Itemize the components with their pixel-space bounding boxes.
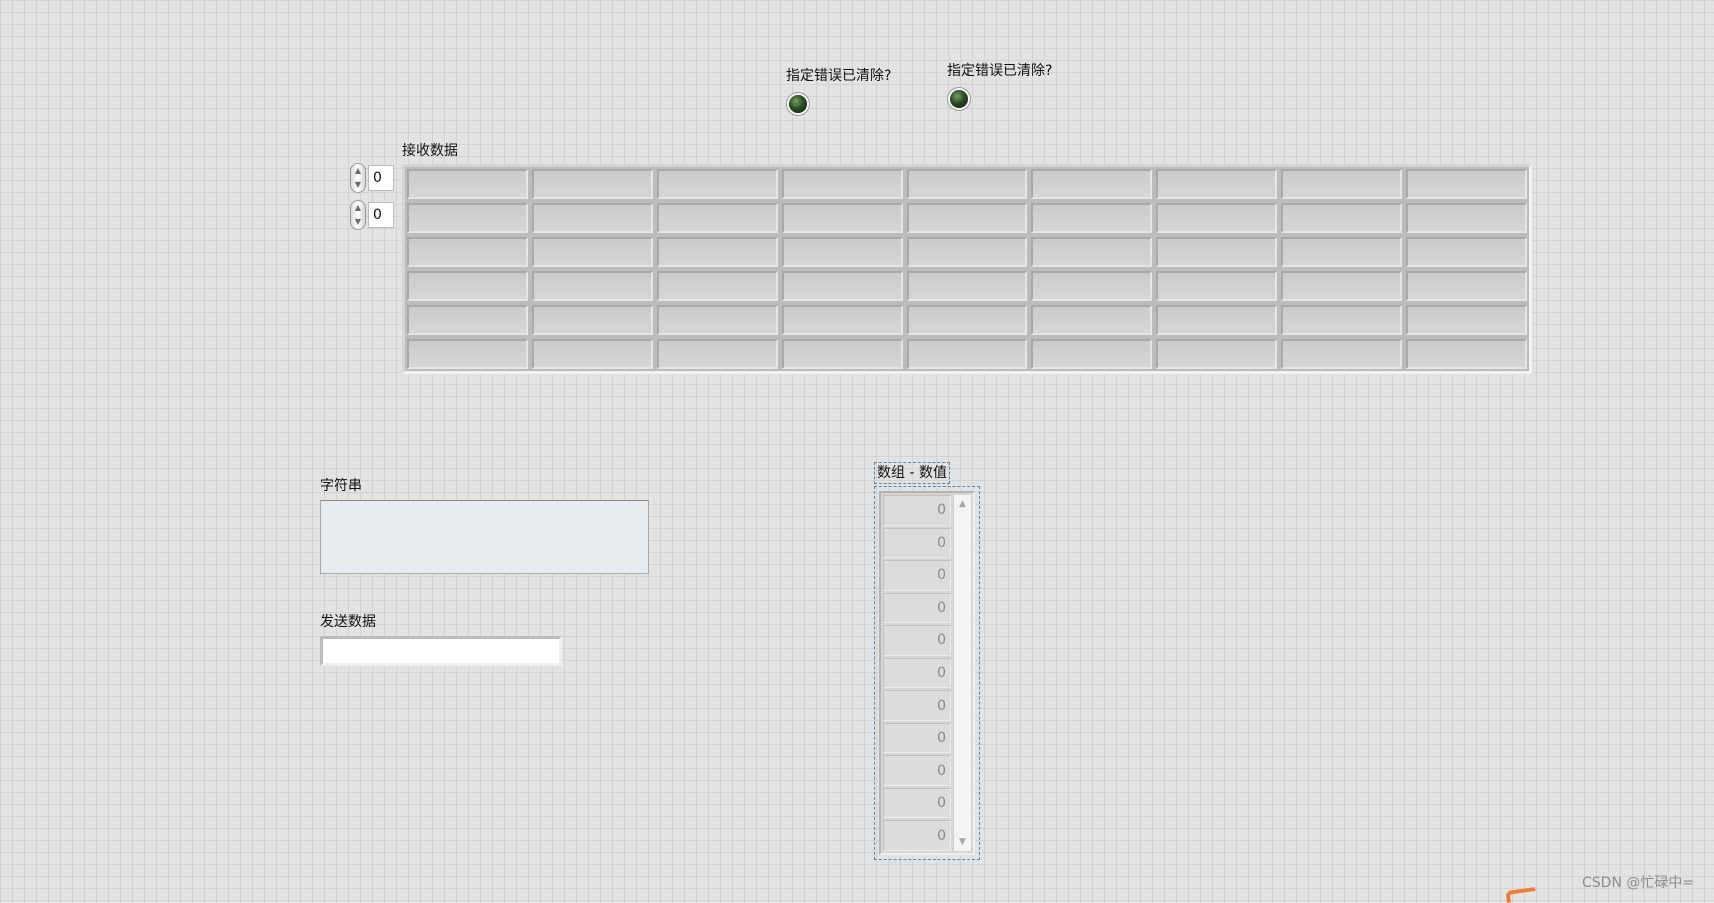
receive-data-cell[interactable] (781, 305, 903, 335)
receive-data-cell[interactable] (531, 271, 653, 301)
error-cleared-led-1[interactable] (789, 95, 807, 113)
receive-data-cell[interactable] (906, 203, 1028, 233)
numeric-array-element: 0 (883, 657, 951, 689)
numeric-array-element: 0 (883, 592, 951, 624)
numeric-array-element: 0 (883, 625, 951, 656)
receive-data-cell[interactable] (1031, 339, 1153, 369)
receive-data-cell[interactable] (1156, 305, 1278, 335)
receive-data-cell[interactable] (1156, 169, 1278, 199)
receive-data-cell[interactable] (1031, 305, 1153, 335)
labview-front-panel: { "indicators": { "led1": { "label": "指定… (0, 0, 1714, 903)
scroll-up-icon[interactable]: ▲ (959, 499, 966, 509)
receive-data-cell[interactable] (1031, 203, 1153, 233)
receive-data-cell[interactable] (1281, 203, 1403, 233)
send-data-label: 发送数据 (320, 614, 376, 630)
receive-data-cell[interactable] (1406, 339, 1527, 369)
receive-data-cell[interactable] (781, 203, 903, 233)
column-index-value[interactable]: 0 (368, 202, 394, 228)
receive-data-cell[interactable] (781, 271, 903, 301)
receive-data-cell[interactable] (407, 305, 528, 335)
numeric-array-element: 0 (883, 787, 951, 819)
led2-label: 指定错误已清除? (947, 63, 1053, 79)
receive-data-cell[interactable] (407, 271, 528, 301)
numeric-array[interactable]: 00000000000 ▲ ▼ (879, 491, 975, 855)
receive-data-cell[interactable] (1156, 271, 1278, 301)
row-index-spinner[interactable]: ▲ ▼ (350, 163, 366, 193)
receive-data-label: 接收数据 (402, 143, 458, 159)
numeric-array-scrollbar[interactable]: ▲ ▼ (953, 495, 971, 851)
receive-data-cell[interactable] (1281, 237, 1403, 267)
receive-data-cell[interactable] (407, 203, 528, 233)
numeric-array-element: 0 (883, 560, 951, 591)
receive-data-cell[interactable] (1031, 169, 1153, 199)
receive-data-cell[interactable] (906, 169, 1028, 199)
receive-data-cell[interactable] (906, 305, 1028, 335)
corner-decoration (1505, 886, 1537, 903)
receive-data-cell[interactable] (1406, 169, 1527, 199)
receive-data-cell[interactable] (656, 339, 778, 369)
receive-data-cell[interactable] (1156, 237, 1278, 267)
receive-data-cell[interactable] (531, 203, 653, 233)
receive-data-cell[interactable] (906, 339, 1028, 369)
scroll-down-icon[interactable]: ▼ (959, 837, 966, 847)
numeric-array-element: 0 (883, 722, 951, 754)
receive-data-cell[interactable] (531, 237, 653, 267)
receive-data-cell[interactable] (656, 169, 778, 199)
receive-data-cell[interactable] (1031, 271, 1153, 301)
receive-data-cell[interactable] (906, 271, 1028, 301)
error-cleared-led-2[interactable] (950, 90, 968, 108)
row-index-control[interactable]: ▲ ▼ 0 (350, 163, 394, 193)
receive-data-cell[interactable] (781, 169, 903, 199)
receive-data-cell[interactable] (1406, 237, 1527, 267)
receive-data-cell[interactable] (407, 237, 528, 267)
spin-up-icon[interactable]: ▲ (355, 167, 361, 175)
receive-data-cell[interactable] (531, 339, 653, 369)
receive-data-cell[interactable] (781, 339, 903, 369)
receive-data-cell[interactable] (1281, 169, 1403, 199)
receive-data-cell[interactable] (1406, 203, 1527, 233)
receive-data-cell[interactable] (1031, 237, 1153, 267)
numeric-array-element: 0 (883, 495, 951, 526)
row-index-value[interactable]: 0 (368, 165, 394, 191)
spin-down-icon[interactable]: ▼ (355, 181, 361, 189)
numeric-array-element: 0 (883, 690, 951, 721)
numeric-array-frame: 00000000000 ▲ ▼ (874, 486, 980, 860)
numeric-array-element: 0 (883, 820, 951, 852)
spin-up-icon[interactable]: ▲ (355, 204, 361, 212)
receive-data-cell[interactable] (656, 203, 778, 233)
receive-data-cell[interactable] (781, 237, 903, 267)
receive-data-cell[interactable] (531, 169, 653, 199)
receive-data-cell[interactable] (1281, 305, 1403, 335)
string-indicator (320, 500, 649, 574)
numeric-array-cells: 00000000000 (883, 495, 951, 852)
numeric-array-element: 0 (883, 527, 951, 559)
receive-data-cell[interactable] (1406, 271, 1527, 301)
receive-data-cell[interactable] (656, 237, 778, 267)
receive-data-array[interactable] (402, 164, 1532, 374)
led1-label: 指定错误已清除? (786, 68, 892, 84)
watermark: CSDN @忙碌中= (1582, 875, 1695, 891)
spin-down-icon[interactable]: ▼ (355, 218, 361, 226)
send-data-input[interactable] (320, 636, 562, 666)
column-index-control[interactable]: ▲ ▼ 0 (350, 200, 394, 230)
receive-data-cell[interactable] (407, 169, 528, 199)
string-label: 字符串 (320, 478, 362, 494)
numeric-array-label: 数组 - 数值 (874, 462, 950, 484)
receive-data-cell[interactable] (1156, 203, 1278, 233)
numeric-array-element: 0 (883, 755, 951, 786)
column-index-spinner[interactable]: ▲ ▼ (350, 200, 366, 230)
receive-data-cell[interactable] (1406, 305, 1527, 335)
receive-data-cell[interactable] (656, 305, 778, 335)
receive-data-cell[interactable] (1281, 271, 1403, 301)
receive-data-cell[interactable] (407, 339, 528, 369)
receive-data-cell[interactable] (906, 237, 1028, 267)
receive-data-cell[interactable] (656, 271, 778, 301)
receive-data-cell[interactable] (1281, 339, 1403, 369)
receive-data-cell[interactable] (1156, 339, 1278, 369)
receive-data-cell[interactable] (531, 305, 653, 335)
